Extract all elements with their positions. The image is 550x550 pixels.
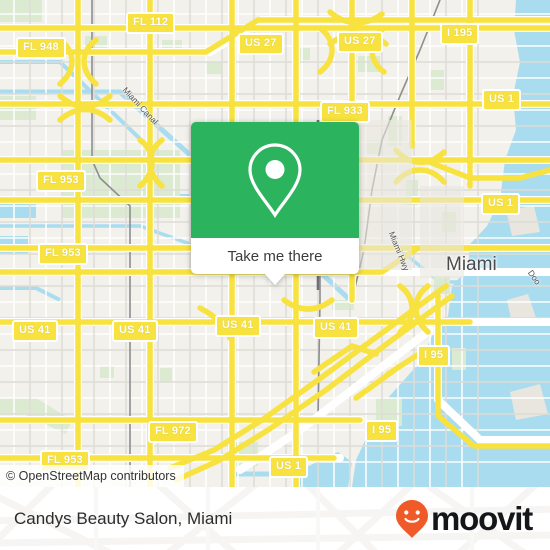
popup-pointer-tail — [264, 273, 286, 285]
moovit-logo[interactable]: moovit — [395, 499, 533, 539]
take-me-there-button[interactable]: Take me there — [191, 238, 359, 274]
shield-fl-933[interactable]: FL 933 — [320, 101, 370, 123]
moovit-map-screenshot: Miami Miami Canal Miami Hwy Doo FL 112 U… — [0, 0, 550, 550]
shield-us-41-a[interactable]: US 41 — [12, 320, 58, 342]
popup-header — [191, 122, 359, 238]
shield-i-95-b[interactable]: I 95 — [365, 420, 399, 442]
shield-us-1-b[interactable]: US 1 — [481, 193, 521, 215]
shield-fl-953-a[interactable]: FL 953 — [36, 170, 86, 192]
shield-us-27-b[interactable]: US 27 — [337, 31, 383, 53]
shield-us-41-d[interactable]: US 41 — [313, 317, 359, 339]
place-label-miami: Miami — [446, 254, 497, 275]
moovit-wordmark: moovit — [431, 500, 533, 537]
shield-fl-112[interactable]: FL 112 — [126, 12, 176, 34]
moovit-pin-smiley-icon — [396, 499, 429, 538]
shield-i-195[interactable]: I 195 — [440, 23, 480, 45]
shield-us-41-b[interactable]: US 41 — [112, 320, 158, 342]
shield-us-1-a[interactable]: US 1 — [482, 89, 522, 111]
map-pin-icon — [248, 143, 302, 218]
footer-bar: Candys Beauty Salon, Miami moovit — [0, 487, 550, 550]
shield-fl-953-b[interactable]: FL 953 — [38, 243, 88, 265]
location-popup-card[interactable]: Take me there — [191, 122, 359, 285]
osm-attribution[interactable]: © OpenStreetMap contributors — [0, 465, 184, 487]
shield-us-27-a[interactable]: US 27 — [238, 33, 284, 55]
place-caption: Candys Beauty Salon, Miami — [14, 508, 233, 528]
map-canvas[interactable]: Miami Miami Canal Miami Hwy Doo FL 112 U… — [0, 0, 550, 487]
shield-fl-948[interactable]: FL 948 — [16, 37, 66, 59]
shield-fl-972[interactable]: FL 972 — [148, 421, 198, 443]
shield-us-41-c[interactable]: US 41 — [215, 315, 261, 337]
shield-us-1-c[interactable]: US 1 — [269, 456, 309, 478]
shield-i-95-a[interactable]: I 95 — [417, 345, 451, 367]
